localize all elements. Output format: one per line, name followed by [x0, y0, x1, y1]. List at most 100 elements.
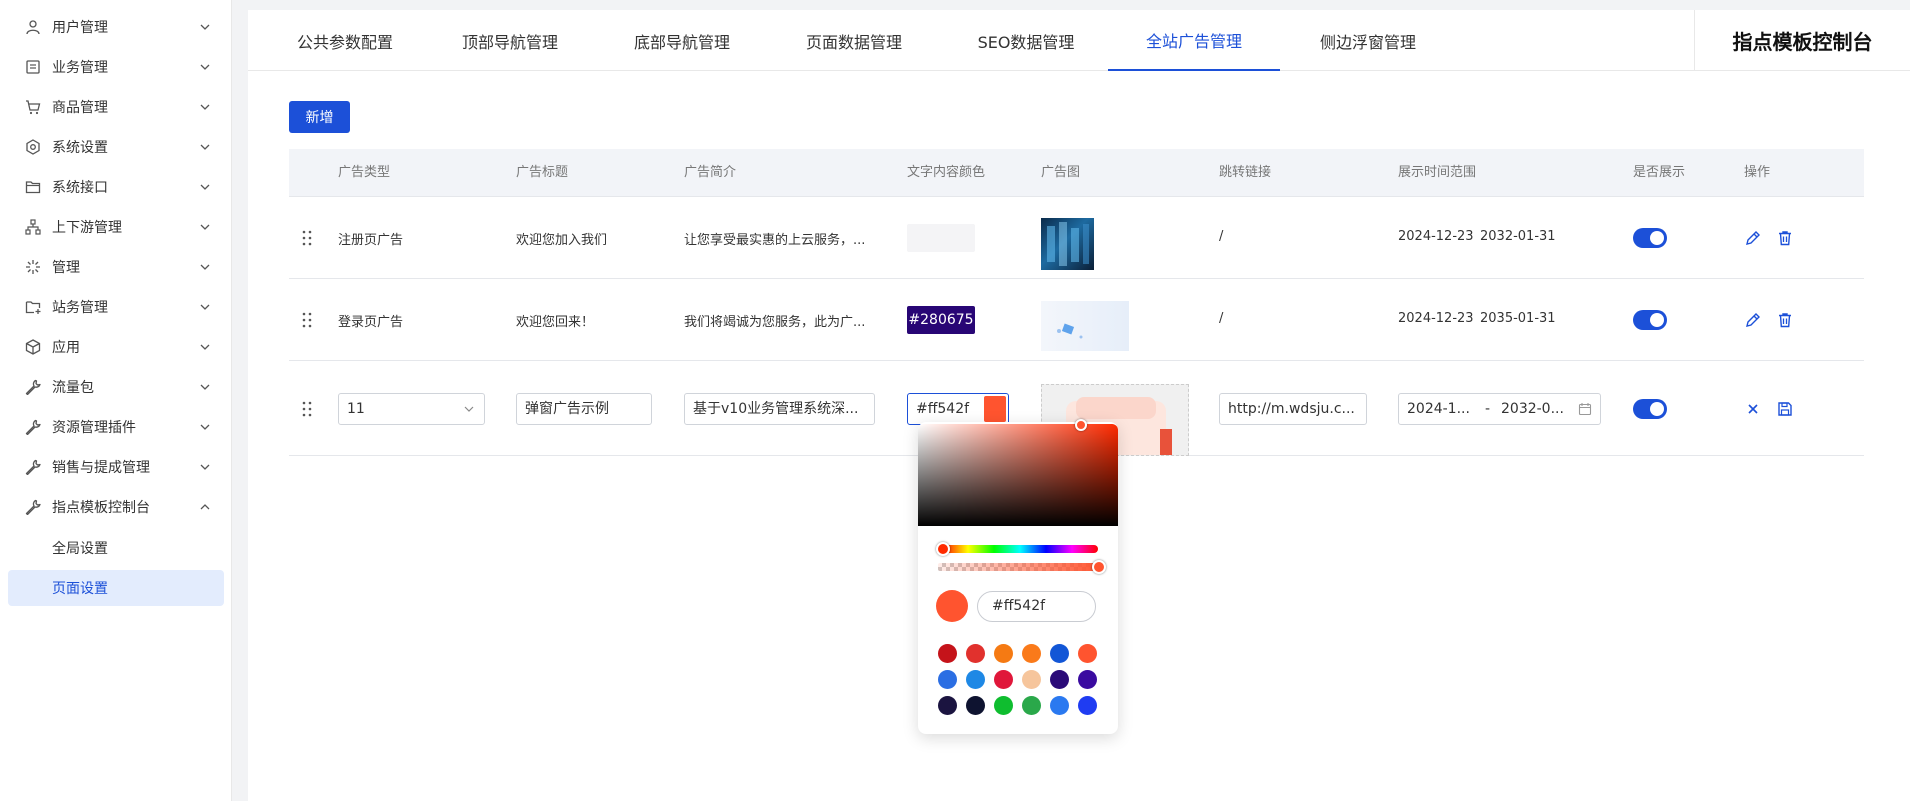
cube-icon [24, 338, 42, 356]
alpha-slider[interactable] [938, 560, 1106, 574]
color-swatch-option[interactable] [966, 670, 985, 689]
sidebar-item-13[interactable]: 指点模板控制台 [0, 487, 232, 527]
color-swatch-option[interactable] [994, 670, 1013, 689]
sidebar-item-5[interactable]: 系统接口 [0, 167, 232, 207]
sidebar-subitem-page-settings[interactable]: 页面设置 [8, 570, 224, 606]
sidebar-item-7[interactable]: 管理 [0, 247, 232, 287]
sidebar-item-8[interactable]: 站务管理 [0, 287, 232, 327]
date-range-picker[interactable]: 2024-1... - 2032-0... [1398, 393, 1601, 425]
drag-handle-icon[interactable] [301, 400, 313, 418]
visible-toggle[interactable] [1633, 310, 1667, 330]
th-ad-type: 广告类型 [338, 165, 391, 180]
alpha-handle[interactable] [1092, 560, 1106, 574]
color-swatch-option[interactable] [1050, 670, 1069, 689]
color-swatch-option[interactable] [1050, 644, 1069, 663]
sidebar-item-label: 用户管理 [52, 20, 108, 36]
th-time-range: 展示时间范围 [1398, 165, 1477, 180]
cell-time-end: 2035-01-31 [1480, 311, 1556, 326]
hue-handle[interactable] [936, 542, 950, 556]
tab-page-data[interactable]: 页面数据管理 [796, 10, 912, 71]
sparkle-icon [24, 258, 42, 276]
ad-image-thumbnail[interactable] [1041, 218, 1094, 270]
drag-handle-icon[interactable] [301, 311, 313, 329]
sidebar-item-9[interactable]: 应用 [0, 327, 232, 367]
chevron-down-icon [198, 100, 212, 114]
th-actions: 操作 [1744, 165, 1771, 180]
sidebar-item-3[interactable]: 商品管理 [0, 87, 232, 127]
table-row: 登录页广告 欢迎您回来！ 我们将竭诚为您服务，此为广... #280675 / … [289, 279, 1864, 361]
sidebar-subitem-label: 页面设置 [52, 581, 108, 597]
tab-site-ads[interactable]: 全站广告管理 [1108, 10, 1280, 71]
sidebar-item-label: 系统接口 [52, 180, 108, 196]
th-ad-title: 广告标题 [516, 165, 569, 180]
tab-top-nav[interactable]: 顶部导航管理 [452, 10, 568, 71]
hue-slider[interactable] [936, 542, 1098, 556]
page-title-box: 指点模板控制台 [1694, 10, 1910, 71]
ad-image-thumbnail[interactable] [1041, 301, 1129, 351]
color-swatch-option[interactable] [994, 696, 1013, 715]
color-preview-chip[interactable] [984, 396, 1006, 422]
sidebar: 用户管理业务管理商品管理系统设置系统接口上下游管理管理站务管理 应用 流量包 资源管理… [0, 0, 232, 801]
delete-icon[interactable] [1776, 311, 1794, 329]
color-swatch-option[interactable] [938, 670, 957, 689]
drag-handle-icon[interactable] [301, 229, 313, 247]
visible-toggle[interactable] [1633, 228, 1667, 248]
tab-side-float[interactable]: 侧边浮窗管理 [1310, 10, 1426, 71]
color-swatch-option[interactable] [938, 644, 957, 663]
sidebar-item-12[interactable]: 销售与提成管理 [0, 447, 232, 487]
sidebar-item-1[interactable]: 用户管理 [0, 7, 232, 47]
color-swatch-option[interactable] [1050, 696, 1069, 715]
color-swatch-option[interactable] [966, 696, 985, 715]
chevron-down-icon [198, 220, 212, 234]
chevron-down-icon [198, 180, 212, 194]
color-swatch-option[interactable] [1022, 644, 1041, 663]
tab-seo-data[interactable]: SEO数据管理 [968, 10, 1084, 71]
ad-title-input[interactable]: 弹窗广告示例 [516, 393, 652, 425]
sidebar-item-6[interactable]: 上下游管理 [0, 207, 232, 247]
hex-input[interactable]: #ff542f [977, 591, 1096, 622]
color-swatch-option[interactable] [966, 644, 985, 663]
color-swatch-option[interactable] [1078, 670, 1097, 689]
th-visible: 是否展示 [1633, 165, 1686, 180]
visible-toggle[interactable] [1633, 399, 1667, 419]
delete-icon[interactable] [1776, 229, 1794, 247]
sidebar-item-label: 业务管理 [52, 60, 108, 76]
chevron-down-icon [464, 406, 474, 412]
tab-bottom-nav[interactable]: 底部导航管理 [624, 10, 740, 71]
sidebar-item-10[interactable]: 流量包 [0, 367, 232, 407]
sidebar-item-label: 系统设置 [52, 140, 108, 156]
sidebar-subitem-global-settings[interactable]: 全局设置 [8, 530, 224, 566]
sidebar-item-label: 上下游管理 [52, 220, 122, 236]
sidebar-item-4[interactable]: 系统设置 [0, 127, 232, 167]
color-swatch-option[interactable] [1078, 644, 1097, 663]
page-title: 指点模板控制台 [1732, 30, 1873, 54]
color-swatch-option[interactable] [1022, 670, 1041, 689]
link-input[interactable]: http://m.wdsju.c... [1219, 393, 1367, 425]
ad-intro-input[interactable]: 基于v10业务管理系统深... [684, 393, 875, 425]
cell-ad-title: 欢迎您回来！ [516, 315, 595, 330]
sidebar-item-11[interactable]: 资源管理插件 [0, 407, 232, 447]
color-swatch-option[interactable] [1022, 696, 1041, 715]
color-swatch-option[interactable] [994, 644, 1013, 663]
sidebar-item-2[interactable]: 业务管理 [0, 47, 232, 87]
saturation-value-panel[interactable] [918, 419, 1118, 526]
wrench-icon [24, 378, 42, 396]
color-swatch-option[interactable] [1078, 696, 1097, 715]
edit-icon[interactable] [1744, 229, 1762, 247]
ad-type-select[interactable]: 11 [338, 393, 485, 425]
tab-public-params[interactable]: 公共参数配置 [280, 10, 410, 71]
saturation-handle[interactable] [1075, 419, 1087, 431]
cancel-icon[interactable] [1744, 400, 1762, 418]
sidebar-item-label: 管理 [52, 260, 80, 276]
edit-icon[interactable] [1744, 311, 1762, 329]
text-color-input[interactable]: #ff542f [907, 393, 1009, 425]
color-swatch-option[interactable] [938, 696, 957, 715]
folder-icon [24, 178, 42, 196]
cell-ad-intro: 让您享受最实惠的上云服务，... [684, 233, 866, 248]
cell-ad-intro: 我们将竭诚为您服务，此为广... [684, 315, 866, 330]
add-button[interactable]: 新增 [289, 101, 350, 133]
calendar-icon [1578, 403, 1592, 416]
th-text-color: 文字内容颜色 [907, 165, 986, 180]
th-ad-intro: 广告简介 [684, 165, 737, 180]
save-icon[interactable] [1776, 400, 1794, 418]
